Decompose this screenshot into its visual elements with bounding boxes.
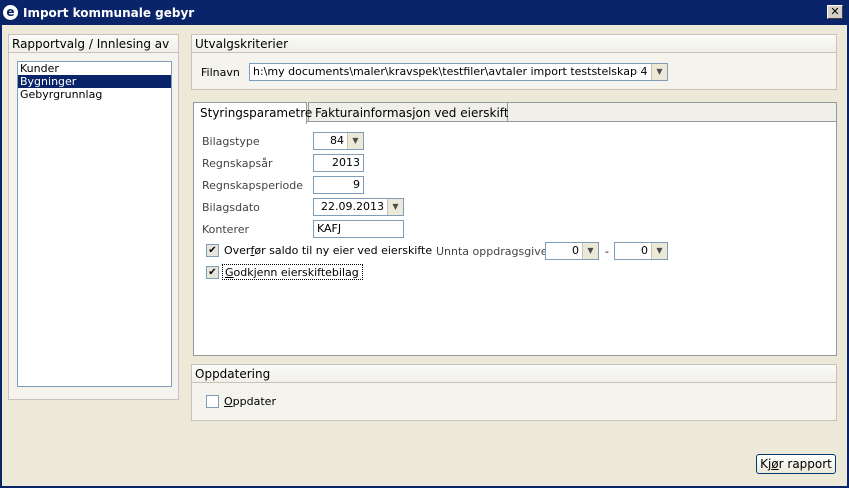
kjor-label-post: r rapport — [778, 457, 832, 471]
list-item-gebyrgrunnlag[interactable]: Gebyrgrunnlag — [18, 88, 171, 101]
rapportvalg-header: Rapportvalg / Innlesing av — [9, 35, 178, 53]
utvalgskriterier-header: Utvalgskriterier — [192, 35, 836, 53]
unnta-to-value: 0 — [641, 244, 648, 257]
regnskapsar-input[interactable]: 2013 — [313, 154, 364, 172]
bilagsdato-label: Bilagsdato — [202, 201, 260, 214]
godkjenn-checkbox[interactable]: ✔ — [206, 266, 219, 279]
kjor-rapport-button[interactable]: Kjør rapport — [756, 454, 836, 474]
chevron-down-icon[interactable]: ▼ — [582, 243, 598, 259]
kjor-label-pre: Kj — [760, 457, 772, 471]
close-icon[interactable]: ✕ — [827, 5, 843, 19]
tab-strip-filler — [508, 102, 837, 122]
unnta-from-value: 0 — [572, 244, 579, 257]
app-icon: e — [3, 5, 18, 20]
chevron-down-icon[interactable]: ▼ — [387, 199, 403, 215]
godkjenn-label-accel: G — [225, 266, 234, 279]
window-titlebar[interactable]: e Import kommunale gebyr ✕ — [0, 0, 849, 25]
filnavn-combo[interactable]: h:\my documents\maler\kravspek\testfiler… — [249, 63, 668, 81]
filnavn-label: Filnavn — [201, 66, 240, 79]
window-client: Rapportvalg / Innlesing av Kunder Bygnin… — [0, 25, 849, 488]
bilagstype-label: Bilagstype — [202, 135, 260, 148]
regnskapsperiode-input[interactable]: 9 — [313, 176, 364, 194]
unnta-from-combo[interactable]: 0 ▼ — [545, 242, 599, 260]
overfor-saldo-checkbox[interactable]: ✔ — [206, 244, 219, 257]
window-title: Import kommunale gebyr — [23, 5, 195, 20]
overfor-saldo-label[interactable]: Overfør saldo til ny eier ved eierskifte — [224, 244, 432, 257]
unnta-separator: - — [605, 245, 609, 258]
regnskapsperiode-label: Regnskapsperiode — [202, 179, 304, 192]
overfor-label-post: ør saldo til ny eier ved eierskifte — [254, 244, 433, 257]
list-item-kunder[interactable]: Kunder — [18, 62, 171, 75]
tab-fakturainformasjon[interactable]: Fakturainformasjon ved eierskifte — [308, 102, 516, 123]
oppdatering-header: Oppdatering — [192, 365, 836, 383]
unnta-to-combo[interactable]: 0 ▼ — [614, 242, 668, 260]
bilagstype-value: 84 — [330, 134, 344, 147]
rapportvalg-list[interactable]: Kunder Bygninger Gebyrgrunnlag — [17, 61, 172, 387]
overfor-label-pre: Over — [224, 244, 251, 257]
chevron-down-icon[interactable]: ▼ — [651, 243, 667, 259]
tab-styringsparametre[interactable]: Styringsparametre — [193, 102, 312, 124]
styringsparametre-tabpanel: Bilagstype 84 ▼ Regnskapsår 2013 Regnska… — [193, 121, 837, 356]
bilagstype-combo[interactable]: 84 ▼ — [313, 132, 364, 150]
bilagsdato-combo[interactable]: 22.09.2013 ▼ — [313, 198, 404, 216]
rapportvalg-panel: Rapportvalg / Innlesing av Kunder Bygnin… — [8, 34, 179, 400]
konterer-input[interactable]: KAFJ — [313, 220, 404, 238]
regnskapsar-label: Regnskapsår — [202, 157, 273, 170]
chevron-down-icon[interactable]: ▼ — [347, 133, 363, 149]
chevron-down-icon[interactable]: ▼ — [651, 64, 667, 80]
list-item-bygninger[interactable]: Bygninger — [18, 75, 171, 88]
oppdater-label-post: ppdater — [232, 395, 276, 408]
oppdater-checkbox[interactable] — [206, 395, 219, 408]
unnta-oppdragsgiver-label: Unnta oppdragsgiver — [436, 245, 553, 258]
konterer-label: Konterer — [202, 223, 250, 236]
godkjenn-label[interactable]: Godkjenn eierskiftebilag — [222, 264, 363, 280]
utvalgskriterier-panel: Utvalgskriterier Filnavn h:\my documents… — [191, 34, 837, 90]
filnavn-value: h:\my documents\maler\kravspek\testfiler… — [253, 65, 648, 78]
oppdatering-panel: Oppdatering Oppdater — [191, 364, 837, 421]
bilagsdato-value: 22.09.2013 — [321, 200, 384, 213]
oppdater-label[interactable]: Oppdater — [224, 395, 276, 408]
godkjenn-label-post: odkjenn eierskiftebilag — [233, 266, 359, 279]
oppdater-label-accel: O — [224, 395, 233, 408]
kjor-label-accel: ø — [771, 457, 779, 471]
